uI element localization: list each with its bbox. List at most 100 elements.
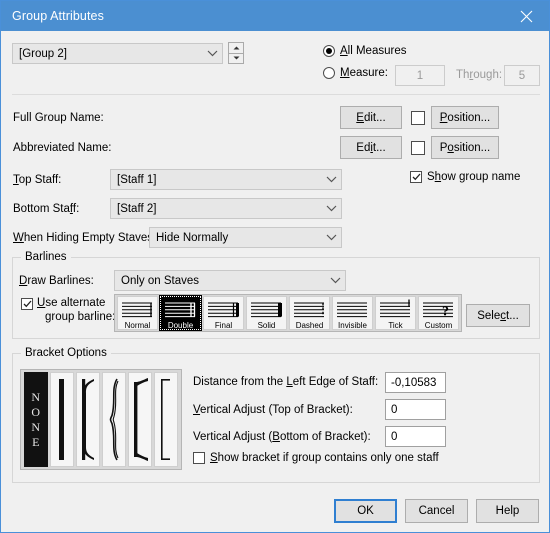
show-bracket-one-staff-row[interactable]: Show bracket if group contains only one … <box>193 452 439 464</box>
distance-input[interactable]: -0,10583 <box>385 372 446 393</box>
measure-through-input[interactable]: 5 <box>504 65 540 86</box>
barline-double-icon <box>161 297 200 321</box>
bracket-style-thin-bracket[interactable] <box>154 372 178 467</box>
divider <box>12 94 540 95</box>
window-title: Group Attributes <box>12 9 104 23</box>
cancel-button[interactable]: Cancel <box>405 499 468 523</box>
full-group-name-edit-button[interactable]: Edit... <box>340 106 402 129</box>
group-attributes-dialog: Group Attributes [Group 2] All Measures … <box>0 0 550 533</box>
show-group-name-checkbox[interactable] <box>410 171 422 183</box>
chevron-down-icon <box>204 50 220 57</box>
show-bracket-one-staff-checkbox[interactable] <box>193 452 205 464</box>
use-alternate-barline-label-2: group barline: <box>45 311 116 323</box>
bracket-options-group-title: Bracket Options <box>21 347 111 359</box>
through-label: Through: <box>456 69 503 81</box>
bracket-style-palette[interactable]: NONE <box>20 369 182 470</box>
radio-measure-range-label: Measure: <box>340 67 388 79</box>
radio-all-measures-button[interactable] <box>323 45 335 57</box>
use-alternate-barline-checkbox[interactable] <box>21 298 33 310</box>
hiding-empty-staves-label: When Hiding Empty Staves: <box>13 232 157 244</box>
bottom-staff-value: [Staff 2] <box>117 202 157 215</box>
barline-style-label: Normal <box>124 321 151 330</box>
vertical-adjust-top-label: Vertical Adjust (Top of Bracket): <box>193 404 353 416</box>
barline-style-custom[interactable]: ? Custom <box>418 296 459 330</box>
ok-button[interactable]: OK <box>334 499 397 523</box>
draw-barlines-select[interactable]: Only on Staves <box>114 270 346 291</box>
chevron-down-icon <box>323 205 339 212</box>
full-group-name-position-button[interactable]: Position... <box>431 106 499 129</box>
top-staff-select[interactable]: [Staff 1] <box>110 169 342 190</box>
draw-barlines-label: Draw Barlines: <box>19 275 94 287</box>
barline-style-dashed[interactable]: Dashed <box>289 296 330 330</box>
abbreviated-name-label: Abbreviated Name: <box>13 142 112 154</box>
barline-style-label: Dashed <box>295 321 324 330</box>
barline-normal-icon <box>118 297 157 321</box>
group-spinner[interactable] <box>228 42 244 64</box>
hiding-empty-staves-select[interactable]: Hide Normally <box>149 227 342 248</box>
barline-dashed-icon <box>290 297 329 321</box>
radio-measure-range-button[interactable] <box>323 67 335 79</box>
radio-all-measures-label: All Measures <box>340 45 407 57</box>
vertical-adjust-top-input[interactable]: 0 <box>385 399 446 420</box>
barline-style-label: Invisible <box>338 321 367 330</box>
chevron-down-icon <box>323 176 339 183</box>
hiding-empty-staves-value: Hide Normally <box>156 231 229 244</box>
abbreviated-name-position-button[interactable]: Position... <box>431 136 499 159</box>
full-group-name-checkbox[interactable] <box>411 111 425 125</box>
use-alternate-barline-label-1: Use alternate <box>37 297 106 309</box>
barline-style-label: Solid <box>257 321 276 330</box>
top-staff-label: Top Staff: <box>13 174 62 186</box>
bracket-style-bracket[interactable] <box>76 372 100 467</box>
bottom-staff-select[interactable]: [Staff 2] <box>110 198 342 219</box>
bracket-style-thick-line[interactable] <box>50 372 74 467</box>
abbreviated-name-edit-button[interactable]: Edit... <box>340 136 402 159</box>
show-bracket-one-staff-label: Show bracket if group contains only one … <box>210 452 439 464</box>
barline-custom-icon: ? <box>419 297 458 321</box>
barline-solid-icon <box>247 297 286 321</box>
barline-style-solid[interactable]: Solid <box>246 296 287 330</box>
barline-tick-icon <box>376 297 415 321</box>
bottom-staff-label: Bottom Staff: <box>13 203 80 215</box>
use-alternate-barline-row[interactable]: Use alternate group barline: <box>21 296 115 324</box>
bracket-style-brace[interactable] <box>102 372 126 467</box>
barline-final-icon <box>204 297 243 321</box>
bracket-none-label: NONE <box>31 389 41 449</box>
barline-style-tick[interactable]: Tick <box>375 296 416 330</box>
barlines-group-title: Barlines <box>21 251 71 263</box>
bracket-style-piano-bracket[interactable] <box>128 372 152 467</box>
vertical-adjust-bottom-label: Vertical Adjust (Bottom of Bracket): <box>193 431 371 443</box>
barline-style-label: Tick <box>388 321 403 330</box>
barline-select-button[interactable]: Select... <box>466 304 530 327</box>
spinner-up-icon[interactable] <box>228 42 244 54</box>
chevron-down-icon <box>327 277 343 284</box>
spinner-down-icon[interactable] <box>228 53 244 64</box>
barline-style-label: Custom <box>424 321 453 330</box>
radio-measure-range[interactable]: Measure: <box>323 67 388 79</box>
barline-style-label: Final <box>214 321 233 330</box>
close-icon[interactable] <box>503 1 549 31</box>
svg-text:?: ? <box>442 305 449 320</box>
full-group-name-label: Full Group Name: <box>13 112 104 124</box>
radio-all-measures[interactable]: All Measures <box>323 45 406 57</box>
top-staff-value: [Staff 1] <box>117 173 157 186</box>
title-bar: Group Attributes <box>1 1 549 31</box>
barline-invisible-icon <box>333 297 372 321</box>
vertical-adjust-bottom-input[interactable]: 0 <box>385 426 446 447</box>
barline-style-label: Double <box>167 321 194 330</box>
show-group-name-label: Show group name <box>427 171 521 183</box>
draw-barlines-value: Only on Staves <box>121 274 199 287</box>
barline-style-final[interactable]: Final <box>203 296 244 330</box>
barline-style-palette[interactable]: Normal Double Final Solid Dashed Invisible T… <box>114 294 462 332</box>
bracket-style-none[interactable]: NONE <box>24 372 48 467</box>
show-group-name-row[interactable]: Show group name <box>410 171 520 183</box>
barline-style-normal[interactable]: Normal <box>117 296 158 330</box>
measure-from-input[interactable]: 1 <box>395 65 445 86</box>
group-select-value: [Group 2] <box>19 47 67 60</box>
barline-style-invisible[interactable]: Invisible <box>332 296 373 330</box>
group-select[interactable]: [Group 2] <box>12 43 223 64</box>
abbreviated-name-checkbox[interactable] <box>411 141 425 155</box>
help-button[interactable]: Help <box>476 499 539 523</box>
distance-label: Distance from the Left Edge of Staff: <box>193 376 379 388</box>
chevron-down-icon <box>323 234 339 241</box>
barline-style-double[interactable]: Double <box>159 295 202 331</box>
